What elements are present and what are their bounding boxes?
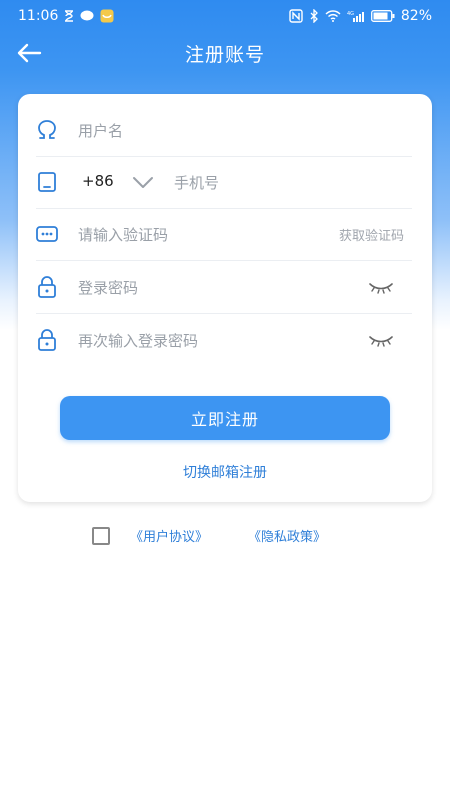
username-row[interactable]: 用户名 — [36, 104, 412, 157]
user-agreement-link[interactable]: 《用户协议》 — [130, 526, 208, 545]
nfc-icon — [289, 9, 303, 23]
battery-icon — [370, 10, 395, 22]
phone-row: +86 手机号 — [36, 156, 412, 209]
eye-closed-icon[interactable] — [368, 279, 394, 295]
app-notification-icon — [100, 9, 114, 23]
phone-input[interactable]: 手机号 — [174, 172, 219, 193]
switch-email-register-link[interactable]: 切换邮箱注册 — [18, 462, 432, 482]
chat-bubble-icon — [80, 10, 94, 22]
bluetooth-icon — [309, 9, 319, 23]
lock-icon — [36, 276, 58, 298]
user-icon — [36, 119, 58, 141]
register-button[interactable]: 立即注册 — [60, 396, 390, 440]
agree-checkbox[interactable] — [92, 526, 110, 545]
lock-icon — [36, 329, 58, 351]
page-title: 注册账号 — [184, 44, 265, 66]
password-row: 登录密码 — [36, 261, 412, 314]
confirm-password-row: 再次输入登录密码 — [36, 314, 412, 366]
agreement-row: 《用户协议》 《隐私政策》 — [92, 526, 326, 545]
register-card: 用户名 +86 手机号 请输入验证码 获取验证码 登录密码 再次输入登录密码 立… — [18, 94, 432, 502]
battery-level: 82% — [400, 8, 432, 24]
username-input[interactable]: 用户名 — [78, 120, 123, 141]
password-input[interactable]: 登录密码 — [78, 277, 138, 298]
verification-code-icon — [36, 223, 58, 245]
hourglass-icon — [64, 10, 74, 22]
top-bar: 注册账号 — [0, 34, 450, 70]
phone-icon — [36, 171, 58, 193]
status-time: 11:06 — [18, 8, 59, 24]
svg-text:4G: 4G — [347, 11, 354, 17]
status-left: 11:06 — [18, 8, 114, 24]
chevron-down-icon[interactable] — [132, 174, 154, 190]
get-code-button[interactable]: 获取验证码 — [339, 225, 404, 244]
privacy-policy-link[interactable]: 《隐私政策》 — [248, 526, 326, 545]
country-code[interactable]: +86 — [82, 172, 114, 190]
confirm-password-input[interactable]: 再次输入登录密码 — [78, 330, 198, 351]
eye-closed-icon[interactable] — [368, 332, 394, 348]
code-row: 请输入验证码 获取验证码 — [36, 208, 412, 261]
status-right: 4G 82% — [289, 8, 432, 24]
code-input[interactable]: 请输入验证码 — [78, 224, 168, 245]
wifi-icon — [325, 10, 341, 22]
status-bar: 11:06 4G 82% — [0, 0, 450, 34]
signal-icon: 4G — [347, 10, 365, 22]
